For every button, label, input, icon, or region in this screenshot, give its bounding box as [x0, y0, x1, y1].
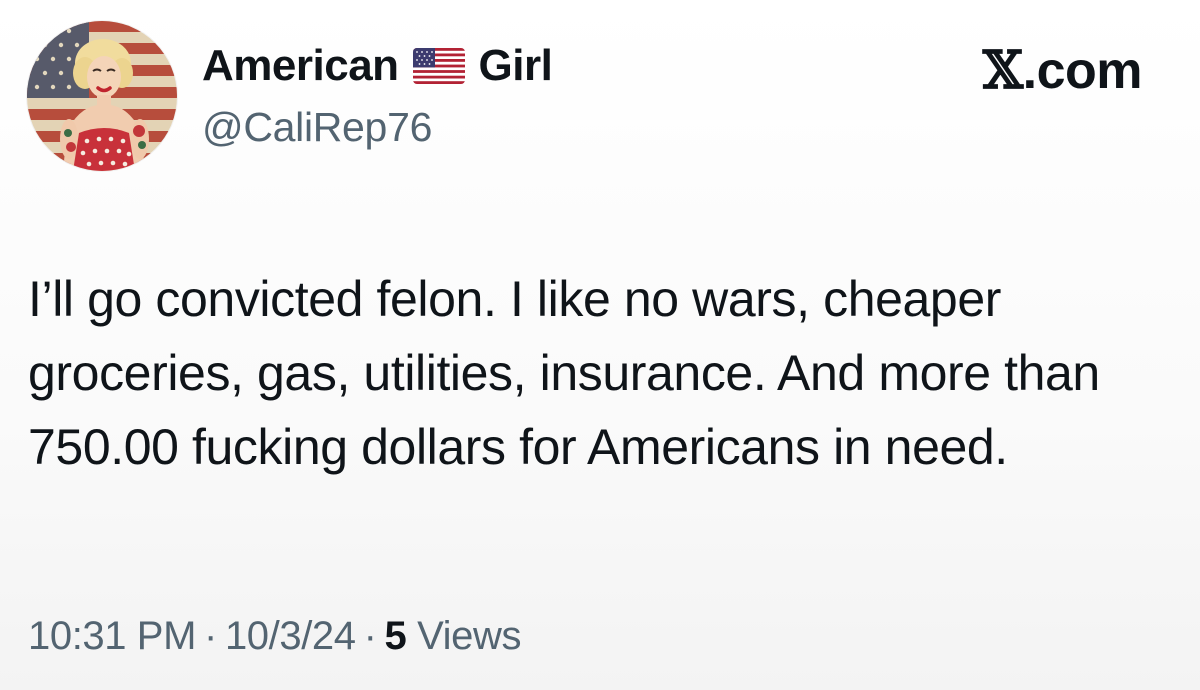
- meta-separator: ·: [363, 614, 377, 658]
- brand-domain-text: .com: [1022, 42, 1143, 100]
- meta-separator: ·: [204, 614, 217, 658]
- pinup-avatar-icon: [27, 21, 177, 171]
- views-count[interactable]: 5: [385, 614, 407, 658]
- us-flag-icon: [412, 48, 465, 84]
- views-label: Views: [417, 614, 522, 658]
- tweet-time[interactable]: 10:31 PM: [28, 614, 196, 658]
- author-handle[interactable]: @CaliRep76: [202, 104, 432, 151]
- x-logo-icon: 𝕏: [982, 40, 1023, 101]
- display-name-first: American: [202, 41, 399, 90]
- author-display-name[interactable]: American Girl: [202, 38, 553, 94]
- tweet-meta: 10:31 PM · 10/3/24 · 5 Views: [28, 614, 521, 659]
- x-com-brand: 𝕏.com: [982, 40, 1143, 101]
- tweet-card: American Girl @CaliRep76 𝕏.com I’ll go c…: [0, 0, 1200, 690]
- tweet-date[interactable]: 10/3/24: [225, 614, 356, 658]
- display-name-last: Girl: [478, 41, 553, 90]
- avatar[interactable]: [27, 21, 177, 171]
- tweet-text: I’ll go convicted felon. I like no wars,…: [28, 271, 1114, 475]
